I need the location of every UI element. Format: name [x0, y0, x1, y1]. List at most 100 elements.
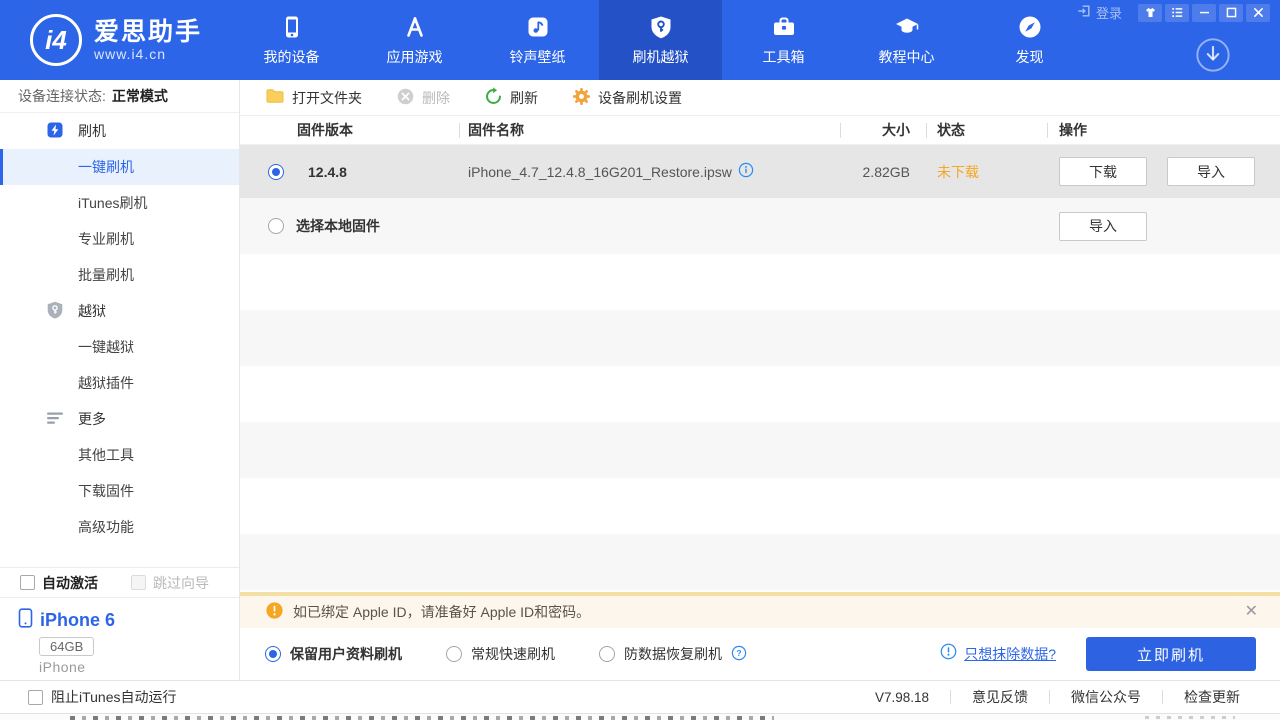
- info-icon[interactable]: [738, 162, 754, 181]
- sidebar-section-flash[interactable]: 刷机: [0, 113, 239, 149]
- column-header-size: 大小: [840, 116, 926, 144]
- sidebar-item-label: 高级功能: [78, 517, 134, 537]
- firmware-radio-selected[interactable]: [268, 164, 284, 180]
- nav-tab-flash-jailbreak[interactable]: 刷机越狱: [599, 0, 722, 80]
- toolbox-icon: [770, 14, 797, 41]
- sidebar-section-more[interactable]: 更多: [0, 401, 239, 437]
- sidebar-item-batch-flash[interactable]: 批量刷机: [0, 257, 239, 293]
- brand-url: www.i4.cn: [94, 46, 202, 62]
- erase-data-link[interactable]: 只想抹除数据?: [964, 644, 1056, 664]
- column-header-name: 固件名称: [459, 116, 840, 144]
- sidebar-checkbox-row: 自动激活 跳过向导: [0, 567, 239, 598]
- firmware-toolbar: 打开文件夹 删除 刷新 设备刷机设置: [240, 80, 1280, 116]
- warning-icon: [266, 602, 283, 622]
- sidebar-item-one-click-flash[interactable]: 一键刷机: [0, 149, 239, 185]
- sidebar-item-label: 下载固件: [78, 481, 134, 501]
- local-firmware-radio[interactable]: [268, 218, 284, 234]
- close-icon[interactable]: [1246, 4, 1270, 22]
- nav-tab-ringtones-wallpapers[interactable]: 铃声壁纸: [476, 0, 599, 80]
- block-itunes-checkbox[interactable]: [28, 690, 43, 705]
- more-lines-icon: [45, 408, 65, 431]
- anti-data-recovery-radio[interactable]: [599, 646, 615, 662]
- feedback-link[interactable]: 意见反馈: [972, 687, 1028, 707]
- nav-tab-tutorials[interactable]: 教程中心: [845, 0, 968, 80]
- option-keep-user-data[interactable]: 保留用户资料刷机: [265, 644, 402, 664]
- column-header-actions: 操作: [1047, 116, 1280, 144]
- wechat-account-link[interactable]: 微信公众号: [1071, 687, 1141, 707]
- local-firmware-row[interactable]: 选择本地固件 导入: [240, 198, 1280, 254]
- flash-now-button[interactable]: 立即刷机: [1086, 637, 1256, 671]
- nav-tab-label: 发现: [1016, 47, 1044, 67]
- theme-skin-icon[interactable]: [1138, 4, 1162, 22]
- sidebar-item-label: 专业刷机: [78, 229, 134, 249]
- sidebar-item-label: 更多: [78, 409, 106, 429]
- clipped-bottom-ticker: [0, 713, 1280, 720]
- i4-logo-icon: i4: [30, 14, 82, 66]
- local-firmware-label: 选择本地固件: [296, 216, 380, 236]
- option-anti-data-recovery[interactable]: 防数据恢复刷机 ?: [599, 644, 747, 664]
- download-button[interactable]: 下载: [1059, 157, 1147, 186]
- option-normal-fast-flash[interactable]: 常规快速刷机: [446, 644, 555, 664]
- separator: [950, 690, 951, 704]
- compass-icon: [1016, 14, 1043, 41]
- download-circle-icon[interactable]: [1194, 36, 1232, 74]
- option-label: 防数据恢复刷机: [624, 644, 722, 664]
- open-folder-button[interactable]: 打开文件夹: [265, 86, 362, 109]
- graduation-cap-icon: [893, 14, 920, 41]
- separator: [1162, 690, 1163, 704]
- gear-icon: [572, 87, 591, 109]
- sidebar-item-label: 其他工具: [78, 445, 134, 465]
- auto-activate-label: 自动激活: [42, 573, 98, 593]
- warning-close-icon[interactable]: ✕: [1245, 604, 1258, 620]
- flash-settings-button[interactable]: 设备刷机设置: [572, 87, 682, 109]
- sidebar-item-download-firmware[interactable]: 下载固件: [0, 473, 239, 509]
- auto-activate-checkbox[interactable]: [20, 575, 35, 590]
- sidebar-item-pro-flash[interactable]: 专业刷机: [0, 221, 239, 257]
- separator: [1049, 690, 1050, 704]
- keep-user-data-radio[interactable]: [265, 646, 281, 662]
- main-nav: 我的设备 应用游戏 铃声壁纸 刷机越狱: [230, 0, 1091, 80]
- brand-name: 爱思助手: [94, 18, 202, 46]
- sidebar-item-advanced-features[interactable]: 高级功能: [0, 509, 239, 545]
- sidebar-item-itunes-flash[interactable]: iTunes刷机: [0, 185, 239, 221]
- column-header-status: 状态: [926, 116, 1047, 144]
- menu-list-icon[interactable]: [1165, 4, 1189, 22]
- nav-tab-label: 刷机越狱: [633, 47, 689, 67]
- import-local-button[interactable]: 导入: [1059, 212, 1147, 241]
- import-button[interactable]: 导入: [1167, 157, 1255, 186]
- sidebar-item-jailbreak-plugins[interactable]: 越狱插件: [0, 365, 239, 401]
- firmware-row-12-4-8[interactable]: 12.4.8 iPhone_4.7_12.4.8_16G201_Restore.…: [240, 145, 1280, 198]
- nav-tab-label: 教程中心: [879, 47, 935, 67]
- skip-wizard-checkbox[interactable]: [131, 575, 146, 590]
- firmware-size: 2.82GB: [840, 164, 910, 180]
- delete-circle-icon: [396, 87, 415, 109]
- refresh-label: 刷新: [510, 88, 538, 108]
- sidebar-section-jailbreak[interactable]: 越狱: [0, 293, 239, 329]
- sidebar-item-label: 一键越狱: [78, 337, 134, 357]
- refresh-button[interactable]: 刷新: [484, 87, 538, 109]
- app-version: V7.98.18: [875, 690, 929, 705]
- connection-status-label: 设备连接状态:: [18, 86, 106, 106]
- sidebar-item-other-tools[interactable]: 其他工具: [0, 437, 239, 473]
- nav-tab-apps-games[interactable]: 应用游戏: [353, 0, 476, 80]
- login-button[interactable]: 登录: [1077, 3, 1122, 22]
- nav-tab-my-device[interactable]: 我的设备: [230, 0, 353, 80]
- nav-tab-discover[interactable]: 发现: [968, 0, 1091, 80]
- firmware-status: 未下载: [937, 162, 979, 182]
- flash-device-icon: [45, 120, 65, 143]
- sidebar-item-one-click-jailbreak[interactable]: 一键越狱: [0, 329, 239, 365]
- normal-fast-flash-radio[interactable]: [446, 646, 462, 662]
- check-update-link[interactable]: 检查更新: [1184, 687, 1240, 707]
- help-icon[interactable]: ?: [731, 645, 747, 664]
- nav-tab-toolbox[interactable]: 工具箱: [722, 0, 845, 80]
- firmware-table-header: 固件版本 固件名称 大小 状态 操作: [240, 116, 1280, 145]
- delete-button[interactable]: 删除: [396, 87, 450, 109]
- device-card: iPhone 6 64GB iPhone: [0, 598, 239, 680]
- flash-settings-label: 设备刷机设置: [598, 88, 682, 108]
- maximize-icon[interactable]: [1219, 4, 1243, 22]
- minimize-icon[interactable]: [1192, 4, 1216, 22]
- main-panel: 打开文件夹 删除 刷新 设备刷机设置 固件版本: [240, 80, 1280, 680]
- nav-tab-label: 工具箱: [763, 47, 805, 67]
- nav-tab-label: 铃声壁纸: [510, 47, 566, 67]
- connection-status-value: 正常模式: [112, 86, 168, 106]
